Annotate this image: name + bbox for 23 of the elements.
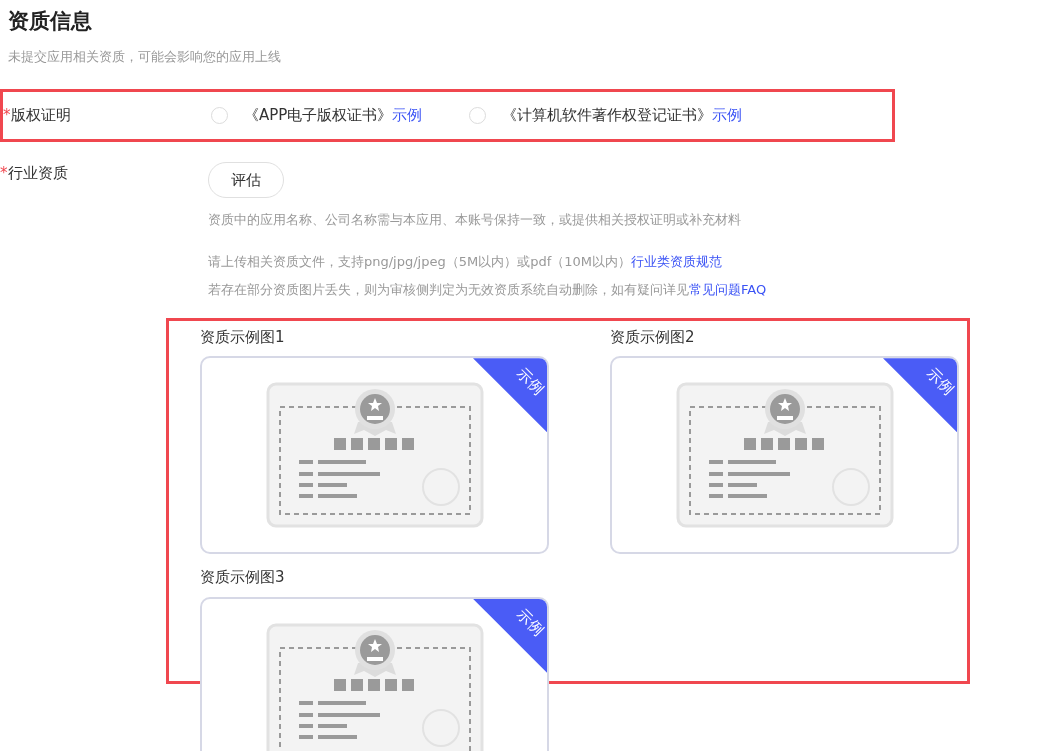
page-subtitle: 未提交应用相关资质，可能会影响您的应用上线 <box>8 48 282 67</box>
required-mark: * <box>3 105 11 127</box>
corner-ribbon: 示例 <box>473 358 547 433</box>
example-link[interactable]: 示例 <box>392 104 423 127</box>
example-title: 资质示例图3 <box>200 567 286 589</box>
evaluate-button[interactable]: 评估 <box>208 161 284 199</box>
example-title: 资质示例图1 <box>200 326 286 348</box>
field-label: 行业资质 <box>7 162 68 184</box>
radio-button[interactable] <box>469 106 487 124</box>
help-link[interactable]: 常见问题FAQ <box>689 275 767 304</box>
radio-button[interactable] <box>211 106 228 124</box>
required-mark: * <box>0 162 8 184</box>
option-label: 《计算机软件著作权登记证书》 <box>502 105 713 127</box>
hint-text: 若存在部分资质图片丢失，则为审核侧判定为无效资质系统自动删除，如有疑问详见 <box>208 280 689 299</box>
example-link[interactable]: 示例 <box>712 104 743 127</box>
hint-text: 请上传相关资质文件，支持png/jpg/jpeg（5M以内）或pdf（10M以内） <box>208 252 632 271</box>
corner-ribbon: 示例 <box>883 358 957 433</box>
field-label: 版权证明 <box>10 105 71 127</box>
option-label: 《APP电子版权证书》 <box>244 105 393 127</box>
corner-ribbon: 示例 <box>473 598 547 673</box>
page-title: 资质信息 <box>8 8 93 35</box>
example-title: 资质示例图2 <box>610 326 696 348</box>
help-link[interactable]: 行业类资质规范 <box>631 247 723 276</box>
